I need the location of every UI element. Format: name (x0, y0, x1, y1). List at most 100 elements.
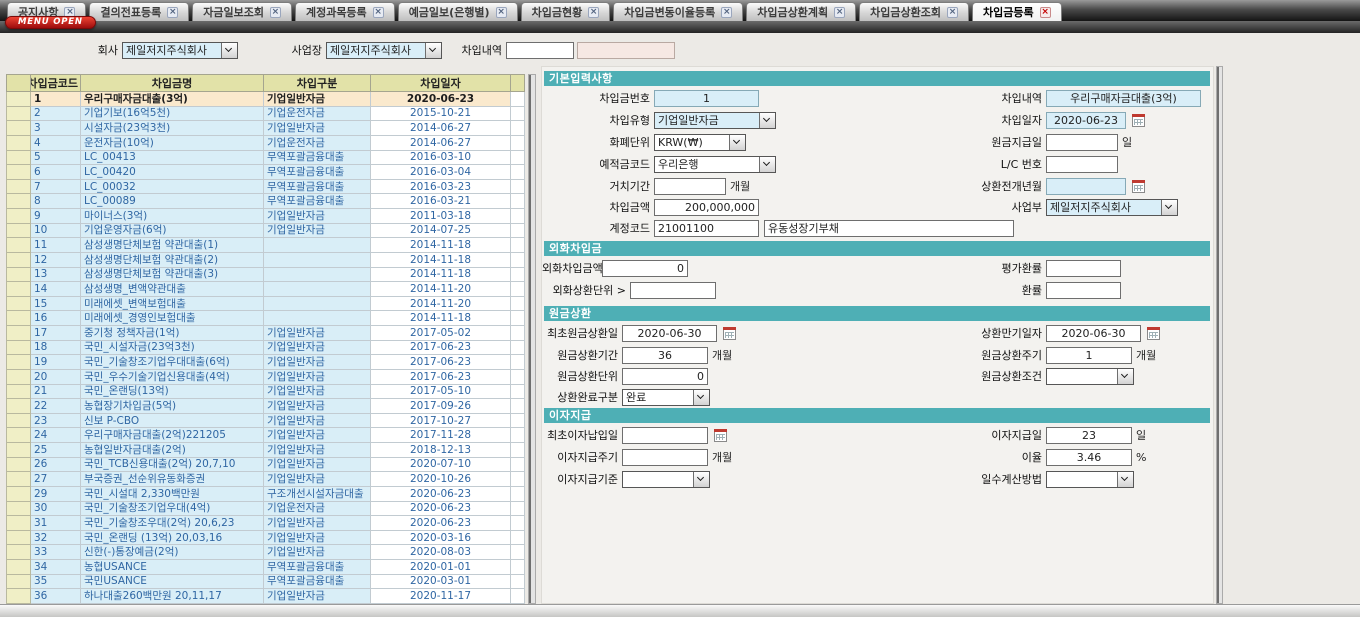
repay-complete-select-button[interactable] (693, 390, 709, 405)
repay-unit-field[interactable]: 0 (622, 368, 708, 385)
loan-date-cell[interactable]: 2015-10-21 (371, 106, 511, 121)
loan-date-cell[interactable]: 2016-03-04 (371, 165, 511, 180)
loan-name-cell[interactable]: LC_00032 (81, 179, 264, 194)
row-selector-cell[interactable] (7, 194, 31, 209)
loan-type-cell[interactable]: 기업일반자금 (264, 92, 371, 107)
filler-cell[interactable] (511, 384, 525, 399)
row-selector-cell[interactable] (7, 443, 31, 458)
account-code-field[interactable]: 21001100 (654, 220, 759, 237)
filler-cell[interactable] (511, 311, 525, 326)
loan-name-cell[interactable]: 중기청 정책자금(1억) (81, 326, 264, 341)
calendar-icon[interactable] (723, 327, 736, 340)
loan-name-cell[interactable]: 국민_기술창조우대(2억) 20,6,23 (81, 516, 264, 531)
loan-row[interactable]: 11삼성생명단체보험 약관대출(1)2014-11-18 (7, 238, 525, 253)
loan-name-cell[interactable]: 국민_TCB신용대출(2억) 20,7,10 (81, 457, 264, 472)
loan-code-cell[interactable]: 25 (31, 443, 81, 458)
loan-name-cell[interactable]: 마이너스(3억) (81, 209, 264, 224)
currency-select[interactable]: KRW(₩) (654, 134, 746, 151)
deposit-code-select-button[interactable] (759, 157, 775, 172)
loan-code-header[interactable]: 차입금코드 (31, 75, 81, 92)
loan-name-cell[interactable]: 국민_기술창조기업우대대출(6억) (81, 355, 264, 370)
loan-date-cell[interactable]: 2017-05-10 (371, 384, 511, 399)
loan-date-cell[interactable]: 2016-03-10 (371, 150, 511, 165)
loan-type-cell[interactable]: 기업일반자금 (264, 545, 371, 560)
loan-row[interactable]: 14삼성생명_변액약관대출2014-11-20 (7, 282, 525, 297)
loan-date-cell[interactable]: 2020-10-26 (371, 472, 511, 487)
loan-name-cell[interactable]: 미래에셋_변액보험대출 (81, 296, 264, 311)
loan-type-cell[interactable]: 기업일반자금 (264, 121, 371, 136)
row-selector-cell[interactable] (7, 135, 31, 150)
loan-row[interactable]: 8LC_00089무역포괄금융대출2016-03-21 (7, 194, 525, 209)
filler-cell[interactable] (511, 296, 525, 311)
loan-code-cell[interactable]: 23 (31, 413, 81, 428)
filler-cell[interactable] (511, 106, 525, 121)
filler-cell[interactable] (511, 282, 525, 297)
loan-row[interactable]: 3시설자금(23억3천)기업일반자금2014-06-27 (7, 121, 525, 136)
tab-계정과목등록[interactable]: 계정과목등록× (295, 2, 395, 21)
loan-name-cell[interactable]: 신보 P-CBO (81, 413, 264, 428)
loan-row[interactable]: 17중기청 정책자금(1억)기업일반자금2017-05-02 (7, 326, 525, 341)
loan-code-cell[interactable]: 2 (31, 106, 81, 121)
repay-complete-select[interactable]: 완료 (622, 389, 710, 406)
loan-type-cell[interactable]: 기업일반자금 (264, 326, 371, 341)
filler-cell[interactable] (511, 121, 525, 136)
loan-name-cell[interactable]: LC_00420 (81, 165, 264, 180)
loan-type-cell[interactable]: 무역포괄금융대출 (264, 165, 371, 180)
loan-name-cell[interactable]: 미래에셋_경영인보험대출 (81, 311, 264, 326)
loan-name-cell[interactable]: 시설자금(23억3천) (81, 121, 264, 136)
filler-cell[interactable] (511, 486, 525, 501)
loan-type-header[interactable]: 차입구분 (264, 75, 371, 92)
loan-name-cell[interactable]: LC_00413 (81, 150, 264, 165)
loan-name-cell[interactable]: LC_00089 (81, 194, 264, 209)
loan-date-cell[interactable]: 2014-11-18 (371, 238, 511, 253)
loan-type-cell[interactable]: 기업일반자금 (264, 413, 371, 428)
filler-cell[interactable] (511, 194, 525, 209)
filler-cell[interactable] (511, 267, 525, 282)
tab-close-icon[interactable]: × (1040, 7, 1051, 18)
filler-cell[interactable] (511, 252, 525, 267)
loan-date-cell[interactable]: 2016-03-21 (371, 194, 511, 209)
loan-name-cell[interactable]: 삼성생명단체보험 약관대출(2) (81, 252, 264, 267)
loan-date-cell[interactable]: 2014-06-27 (371, 135, 511, 150)
interest-rate-field[interactable]: 3.46 (1046, 449, 1132, 466)
loan-date-cell[interactable]: 2020-07-10 (371, 457, 511, 472)
tab-차입금현황[interactable]: 차입금현황× (521, 2, 611, 21)
loan-desc-filter-input[interactable] (506, 42, 574, 59)
loan-row[interactable]: 23신보 P-CBO기업일반자금2017-10-27 (7, 413, 525, 428)
filler-cell[interactable] (511, 238, 525, 253)
row-selector-cell[interactable] (7, 516, 31, 531)
loan-date-cell[interactable]: 2020-06-23 (371, 501, 511, 516)
tab-close-icon[interactable]: × (496, 7, 507, 18)
loan-code-cell[interactable]: 36 (31, 589, 81, 604)
filler-cell[interactable] (511, 428, 525, 443)
loan-code-cell[interactable]: 14 (31, 282, 81, 297)
loan-type-cell[interactable] (264, 311, 371, 326)
loan-code-cell[interactable]: 27 (31, 472, 81, 487)
repay-condition-select[interactable] (1046, 368, 1134, 385)
calendar-icon[interactable] (714, 429, 727, 442)
tab-자금일보조회[interactable]: 자금일보조회× (192, 2, 292, 21)
loan-row[interactable]: 29국민_시설대 2,330백만원구조개선시설자금대출2020-06-23 (7, 486, 525, 501)
row-selector-cell[interactable] (7, 355, 31, 370)
loan-date-cell[interactable]: 2020-08-03 (371, 545, 511, 560)
loan-code-cell[interactable]: 12 (31, 252, 81, 267)
loan-type-cell[interactable]: 기업운전자금 (264, 135, 371, 150)
row-selector-cell[interactable] (7, 252, 31, 267)
principal-payday-field[interactable] (1046, 134, 1118, 151)
loan-name-cell[interactable]: 삼성생명단체보험 약관대출(3) (81, 267, 264, 282)
loan-date-cell[interactable]: 2014-11-18 (371, 267, 511, 282)
loan-date-cell[interactable]: 2017-06-23 (371, 340, 511, 355)
loan-date-cell[interactable]: 2014-11-18 (371, 311, 511, 326)
loan-code-cell[interactable]: 34 (31, 560, 81, 575)
repay-condition-select-button[interactable] (1117, 369, 1133, 384)
loan-type-cell[interactable]: 기업일반자금 (264, 443, 371, 458)
calendar-icon[interactable] (1147, 327, 1160, 340)
filler-cell[interactable] (511, 589, 525, 604)
loan-type-cell[interactable]: 기업운전자금 (264, 501, 371, 516)
calendar-icon[interactable] (1132, 114, 1145, 127)
loan-code-cell[interactable]: 11 (31, 238, 81, 253)
loan-date-cell[interactable]: 2020-06-23 (371, 92, 511, 107)
row-selector-cell[interactable] (7, 340, 31, 355)
row-selector-cell[interactable] (7, 121, 31, 136)
loan-date-cell[interactable]: 2017-06-23 (371, 355, 511, 370)
